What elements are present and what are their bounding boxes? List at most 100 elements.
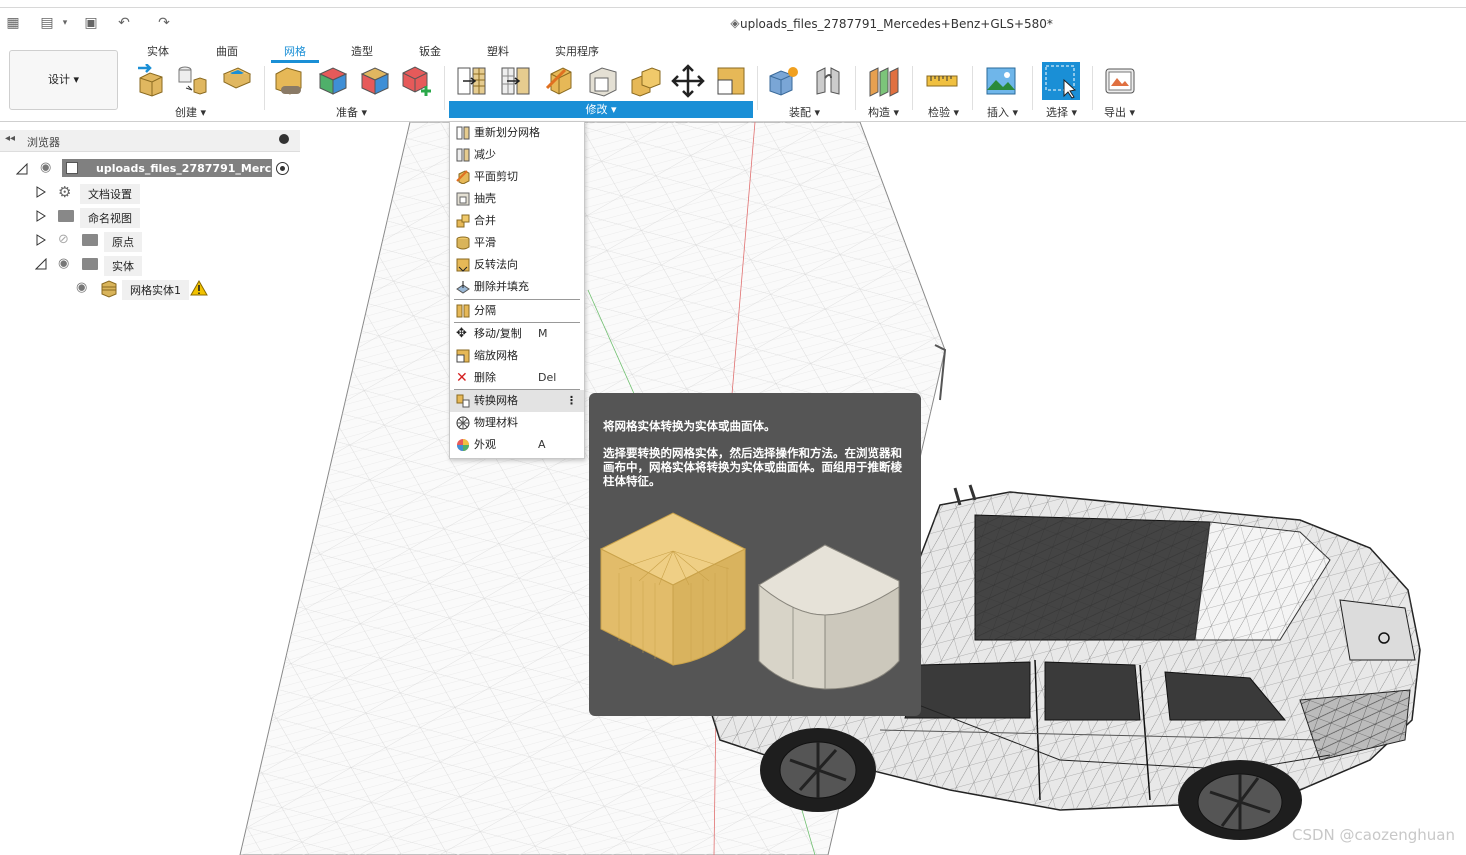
menu-item-convert-mesh[interactable]: 转换网格 ⋮: [450, 390, 584, 412]
export-icon[interactable]: [1103, 64, 1137, 98]
root-component-label[interactable]: uploads_files_2787791_Merc...: [96, 162, 284, 175]
menu-shortcut: M: [538, 327, 548, 340]
offset-plane-icon[interactable]: [866, 64, 900, 98]
group-label-prepare[interactable]: 准备 ▾: [336, 104, 367, 120]
collapse-panel-icon[interactable]: ◂◂: [5, 133, 15, 144]
modify-dropdown-button[interactable]: 修改 ▾: [449, 101, 753, 118]
warning-icon[interactable]: [190, 280, 208, 296]
menu-item-combine[interactable]: 合并: [450, 210, 584, 232]
group-separator: [972, 66, 973, 110]
group-label-create[interactable]: 创建 ▾: [175, 104, 206, 120]
tab-solid[interactable]: 实体: [147, 43, 169, 59]
group-label-insert[interactable]: 插入 ▾: [987, 104, 1018, 120]
group-separator: [855, 66, 856, 110]
group-label-inspect[interactable]: 检验 ▾: [928, 104, 959, 120]
menu-item-label: 删除并填充: [474, 280, 529, 293]
reduce-icon: [456, 148, 470, 162]
add-face-group-icon[interactable]: [400, 64, 434, 98]
group-separator: [912, 66, 913, 110]
browser-row-origin[interactable]: ⊘ 原点: [0, 230, 300, 252]
plane-cut-icon[interactable]: [543, 64, 577, 98]
create-face-group-icon[interactable]: [220, 64, 254, 98]
tooltip-convert-mesh: 将网格实体转换为实体或曲面体。 选择要转换的网格实体，然后选择操作和方法。在浏览…: [589, 393, 921, 716]
group-separator: [444, 66, 445, 110]
file-icon[interactable]: ▤: [38, 14, 56, 32]
shell-icon: [456, 192, 470, 206]
menu-item-scale-mesh[interactable]: 缩放网格: [450, 345, 584, 367]
menu-item-label: 平面剪切: [474, 170, 518, 183]
group-label-assemble[interactable]: 装配 ▾: [789, 104, 820, 120]
eye-icon[interactable]: ◉: [40, 160, 51, 175]
tooltip-body: 选择要转换的网格实体，然后选择操作和方法。在浏览器和画布中，网格实体将转换为实体…: [603, 446, 902, 488]
expand-triangle-icon[interactable]: [36, 210, 46, 222]
menu-item-move-copy[interactable]: ✥ 移动/复制 M: [450, 323, 584, 345]
tab-plastic[interactable]: 塑料: [487, 43, 509, 59]
menu-item-remesh[interactable]: 重新划分网格: [450, 122, 584, 144]
insert-image-icon[interactable]: [984, 64, 1018, 98]
convert-mesh-icon: [456, 394, 470, 408]
save-icon[interactable]: ▣: [82, 14, 100, 32]
combine-icon[interactable]: [628, 64, 662, 98]
insert-mesh-icon[interactable]: [134, 64, 168, 98]
menu-item-erase-and-fill[interactable]: 删除并填充: [450, 276, 584, 298]
remesh-icon[interactable]: [455, 64, 489, 98]
repair-body-icon[interactable]: [273, 64, 307, 98]
group-label-export[interactable]: 导出 ▾: [1104, 104, 1135, 120]
group-label-construct[interactable]: 构造 ▾: [868, 104, 899, 120]
browser-options-icon[interactable]: [279, 134, 289, 144]
menu-item-physical-material[interactable]: 物理材料: [450, 412, 584, 434]
tab-sheet-metal[interactable]: 钣金: [419, 43, 441, 59]
eye-hidden-icon[interactable]: ⊘: [58, 232, 69, 247]
browser-row-bodies[interactable]: ◉ 实体: [0, 254, 300, 276]
tab-utilities[interactable]: 实用程序: [555, 43, 599, 59]
browser-item-label: 网格实体1: [122, 280, 189, 300]
generate-face-groups-icon[interactable]: [316, 64, 350, 98]
workspace-switcher-button[interactable]: 设计 ▾: [9, 50, 118, 110]
joint-icon[interactable]: [811, 64, 845, 98]
menu-item-delete[interactable]: ✕ 删除 Del: [450, 367, 584, 389]
watermark-text: CSDN @caozenghuan: [1292, 826, 1455, 844]
measure-icon[interactable]: [925, 64, 959, 98]
redo-icon[interactable]: ↷: [155, 14, 173, 32]
tab-mesh[interactable]: 网格: [284, 43, 306, 59]
active-tab-indicator: [271, 60, 319, 63]
combine-face-groups-icon[interactable]: [358, 64, 392, 98]
menu-item-label: 反转法向: [474, 258, 518, 271]
more-options-icon[interactable]: ⋮: [566, 390, 577, 412]
expand-triangle-icon[interactable]: [36, 234, 46, 246]
menu-item-plane-cut[interactable]: 平面剪切: [450, 166, 584, 188]
shell-icon[interactable]: [586, 64, 620, 98]
menu-item-separate[interactable]: 分隔: [450, 300, 584, 322]
chevron-down-icon[interactable]: ▾: [56, 14, 74, 32]
new-component-icon[interactable]: [767, 64, 801, 98]
browser-row-named-views[interactable]: 命名视图: [0, 206, 300, 228]
menu-item-reduce[interactable]: 减少: [450, 144, 584, 166]
select-icon[interactable]: [1042, 62, 1080, 100]
menu-item-reverse-normal[interactable]: 反转法向: [450, 254, 584, 276]
expand-triangle-icon[interactable]: [36, 186, 46, 198]
menu-item-smooth[interactable]: 平滑: [450, 232, 584, 254]
menu-item-shell[interactable]: 抽壳: [450, 188, 584, 210]
tab-form[interactable]: 造型: [351, 43, 373, 59]
menu-shortcut: Del: [538, 371, 557, 384]
eye-icon[interactable]: ◉: [58, 256, 69, 271]
apps-grid-icon[interactable]: ▦: [4, 14, 22, 32]
collapse-triangle-icon[interactable]: [16, 163, 28, 175]
browser-row-mesh-body[interactable]: ◉ 网格实体1: [0, 278, 300, 300]
browser-row-document-settings[interactable]: ⚙ 文档设置: [0, 182, 300, 204]
tessellate-icon[interactable]: [176, 64, 210, 98]
collapse-triangle-icon[interactable]: [35, 258, 47, 270]
combine-icon: [456, 214, 470, 228]
activate-radio-icon[interactable]: [276, 162, 289, 175]
browser-root-row[interactable]: ◉ uploads_files_2787791_Merc...: [0, 158, 300, 178]
tab-surface[interactable]: 曲面: [216, 43, 238, 59]
browser-title: 浏览器: [27, 136, 60, 149]
group-label-select[interactable]: 选择 ▾: [1046, 104, 1077, 120]
menu-item-appearance[interactable]: 外观 A: [450, 434, 584, 456]
reduce-icon[interactable]: [499, 64, 533, 98]
move-copy-icon[interactable]: [671, 64, 705, 98]
scale-mesh-icon[interactable]: [714, 64, 748, 98]
menu-item-label: 转换网格: [474, 394, 518, 407]
undo-icon[interactable]: ↶: [115, 14, 133, 32]
eye-icon[interactable]: ◉: [76, 280, 87, 295]
